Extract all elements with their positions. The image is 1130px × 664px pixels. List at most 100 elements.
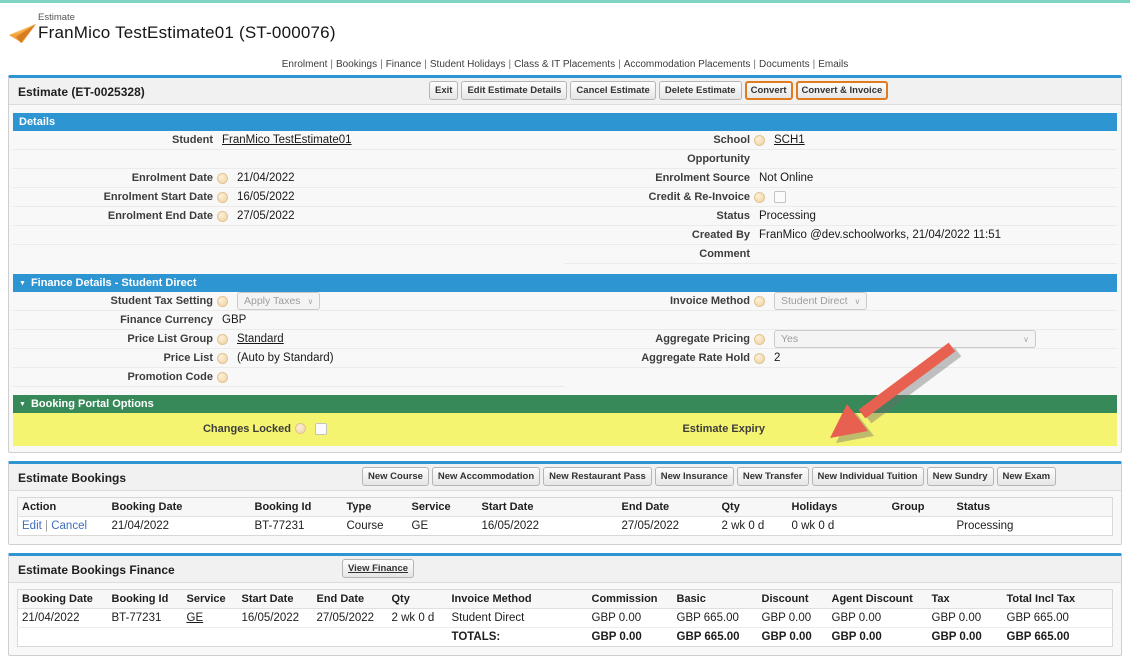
- field-row-credit-re-invoice: Credit & Re-Invoice: [565, 188, 1117, 207]
- column-header-booking-id: Booking Id: [108, 590, 183, 609]
- column-header-service: Service: [183, 590, 238, 609]
- aggregate-pricing-select[interactable]: Yes∨: [774, 330, 1036, 348]
- changes-locked-checkbox[interactable]: [315, 423, 327, 435]
- edit-link[interactable]: Edit: [22, 520, 42, 532]
- cell: [888, 517, 953, 536]
- separator: |: [380, 59, 383, 70]
- credit-re-invoice-checkbox[interactable]: [774, 191, 786, 203]
- finance-right-column: Invoice MethodStudent Direct∨Aggregate P…: [565, 292, 1117, 387]
- convert-invoice-button[interactable]: Convert & Invoice: [796, 81, 889, 100]
- help-icon: [217, 372, 228, 383]
- nav-link-finance[interactable]: Finance: [386, 59, 422, 70]
- column-header-tax: Tax: [928, 590, 1003, 609]
- new-sundry-button[interactable]: New Sundry: [927, 467, 994, 486]
- field-row-created-by: Created ByFranMico @dev.schoolworks, 21/…: [565, 226, 1117, 245]
- nav-link-class-it-placements[interactable]: Class & IT Placements: [514, 59, 615, 70]
- separator: |: [753, 59, 756, 70]
- estimate-bookings-titlebar: Estimate Bookings New CourseNew Accommod…: [9, 464, 1121, 491]
- delete-estimate-button[interactable]: Delete Estimate: [659, 81, 742, 100]
- view-finance-button[interactable]: View Finance: [342, 559, 414, 578]
- field-row-enrolment-start-date: Enrolment Start Date16/05/2022: [13, 188, 565, 207]
- nav-link-emails[interactable]: Emails: [818, 59, 848, 70]
- column-header-booking-date: Booking Date: [108, 498, 251, 517]
- cell: GBP 0.00: [758, 609, 828, 628]
- cancel-estimate-button[interactable]: Cancel Estimate: [570, 81, 655, 100]
- field-label: Enrolment Start Date: [13, 191, 213, 203]
- empty-field-row: [565, 311, 1117, 330]
- cell: GBP 665.00: [1003, 609, 1113, 628]
- column-header-status: Status: [953, 498, 1113, 517]
- student-tax-setting-select[interactable]: Apply Taxes∨: [237, 292, 320, 310]
- booking-portal-section-header[interactable]: ▼ Booking Portal Options: [13, 395, 1117, 413]
- field-row-enrolment-date: Enrolment Date21/04/2022: [13, 169, 565, 188]
- details-section-header: Details: [13, 113, 1117, 131]
- enrolment-end-date-value: 27/05/2022: [237, 210, 295, 222]
- column-header-type: Type: [343, 498, 408, 517]
- estimate-action-buttons: ExitEdit Estimate DetailsCancel Estimate…: [429, 81, 888, 100]
- help-icon: [754, 296, 765, 307]
- new-individual-tuition-button[interactable]: New Individual Tuition: [812, 467, 924, 486]
- invoice-method-select[interactable]: Student Direct∨: [774, 292, 867, 310]
- student-link[interactable]: FranMico TestEstimate01: [222, 134, 352, 146]
- cell: BT-77231: [251, 517, 343, 536]
- aggregate-pricing-value: Yes∨: [774, 330, 1036, 348]
- column-header-end-date: End Date: [313, 590, 388, 609]
- nav-link-documents[interactable]: Documents: [759, 59, 810, 70]
- cell: GBP 0.00: [758, 628, 828, 647]
- field-label: Credit & Re-Invoice: [565, 191, 750, 203]
- ge-link[interactable]: GE: [187, 612, 204, 624]
- field-row-enrolment-end-date: Enrolment End Date27/05/2022: [13, 207, 565, 226]
- help-icon: [295, 423, 306, 434]
- nav-link-bookings[interactable]: Bookings: [336, 59, 377, 70]
- estimate-record-icon: [9, 24, 36, 48]
- cell: GBP 665.00: [673, 628, 758, 647]
- cancel-link[interactable]: Cancel: [51, 520, 87, 532]
- cell: Course: [343, 517, 408, 536]
- bookings-finance-title: Estimate Bookings Finance: [18, 563, 175, 577]
- edit-estimate-details-button[interactable]: Edit Estimate Details: [461, 81, 567, 100]
- chevron-down-icon: ∨: [1023, 335, 1029, 344]
- cell: GBP 0.00: [588, 609, 673, 628]
- cell: Student Direct: [448, 609, 588, 628]
- school-link[interactable]: SCH1: [774, 134, 805, 146]
- new-restaurant-pass-button[interactable]: New Restaurant Pass: [543, 467, 652, 486]
- cell: 27/05/2022: [618, 517, 718, 536]
- field-label: Estimate Expiry: [565, 423, 765, 435]
- convert-button[interactable]: Convert: [745, 81, 793, 100]
- separator: |: [618, 59, 621, 70]
- help-icon: [217, 334, 228, 345]
- new-accommodation-button[interactable]: New Accommodation: [432, 467, 540, 486]
- nav-link-student-holidays[interactable]: Student Holidays: [430, 59, 506, 70]
- separator: |: [813, 59, 816, 70]
- separator: |: [509, 59, 512, 70]
- invoice-method-value: Student Direct∨: [774, 292, 867, 310]
- school-value: SCH1: [774, 134, 805, 146]
- cell: [388, 628, 448, 647]
- field-label: Aggregate Rate Hold: [565, 352, 750, 364]
- select-value: Student Direct: [781, 295, 848, 307]
- cell: GBP 665.00: [1003, 628, 1113, 647]
- field-label: Status: [565, 210, 750, 222]
- finance-details-section-title: Finance Details - Student Direct: [31, 277, 197, 289]
- student-value: FranMico TestEstimate01: [222, 134, 352, 146]
- price-list-group-value: Standard: [237, 333, 284, 345]
- cell: GBP 0.00: [588, 628, 673, 647]
- new-course-button[interactable]: New Course: [362, 467, 429, 486]
- finance-details-section-header[interactable]: ▼ Finance Details - Student Direct: [13, 274, 1117, 292]
- new-transfer-button[interactable]: New Transfer: [737, 467, 809, 486]
- field-label: Student Tax Setting: [13, 295, 213, 307]
- nav-link-enrolment[interactable]: Enrolment: [282, 59, 328, 70]
- price-list-group-link[interactable]: Standard: [237, 333, 284, 345]
- nav-link-accommodation-placements[interactable]: Accommodation Placements: [624, 59, 751, 70]
- exit-button[interactable]: Exit: [429, 81, 458, 100]
- column-header-qty: Qty: [718, 498, 788, 517]
- column-header-booking-id: Booking Id: [251, 498, 343, 517]
- field-label: Changes Locked: [13, 423, 291, 435]
- new-exam-button[interactable]: New Exam: [997, 467, 1057, 486]
- select-value: Apply Taxes: [244, 295, 300, 307]
- estimate-bookings-table: ActionBooking DateBooking IdTypeServiceS…: [17, 497, 1113, 536]
- field-row-aggregate-pricing: Aggregate PricingYes∨: [565, 330, 1117, 349]
- help-icon: [754, 334, 765, 345]
- field-row-enrolment-source: Enrolment SourceNot Online: [565, 169, 1117, 188]
- new-insurance-button[interactable]: New Insurance: [655, 467, 734, 486]
